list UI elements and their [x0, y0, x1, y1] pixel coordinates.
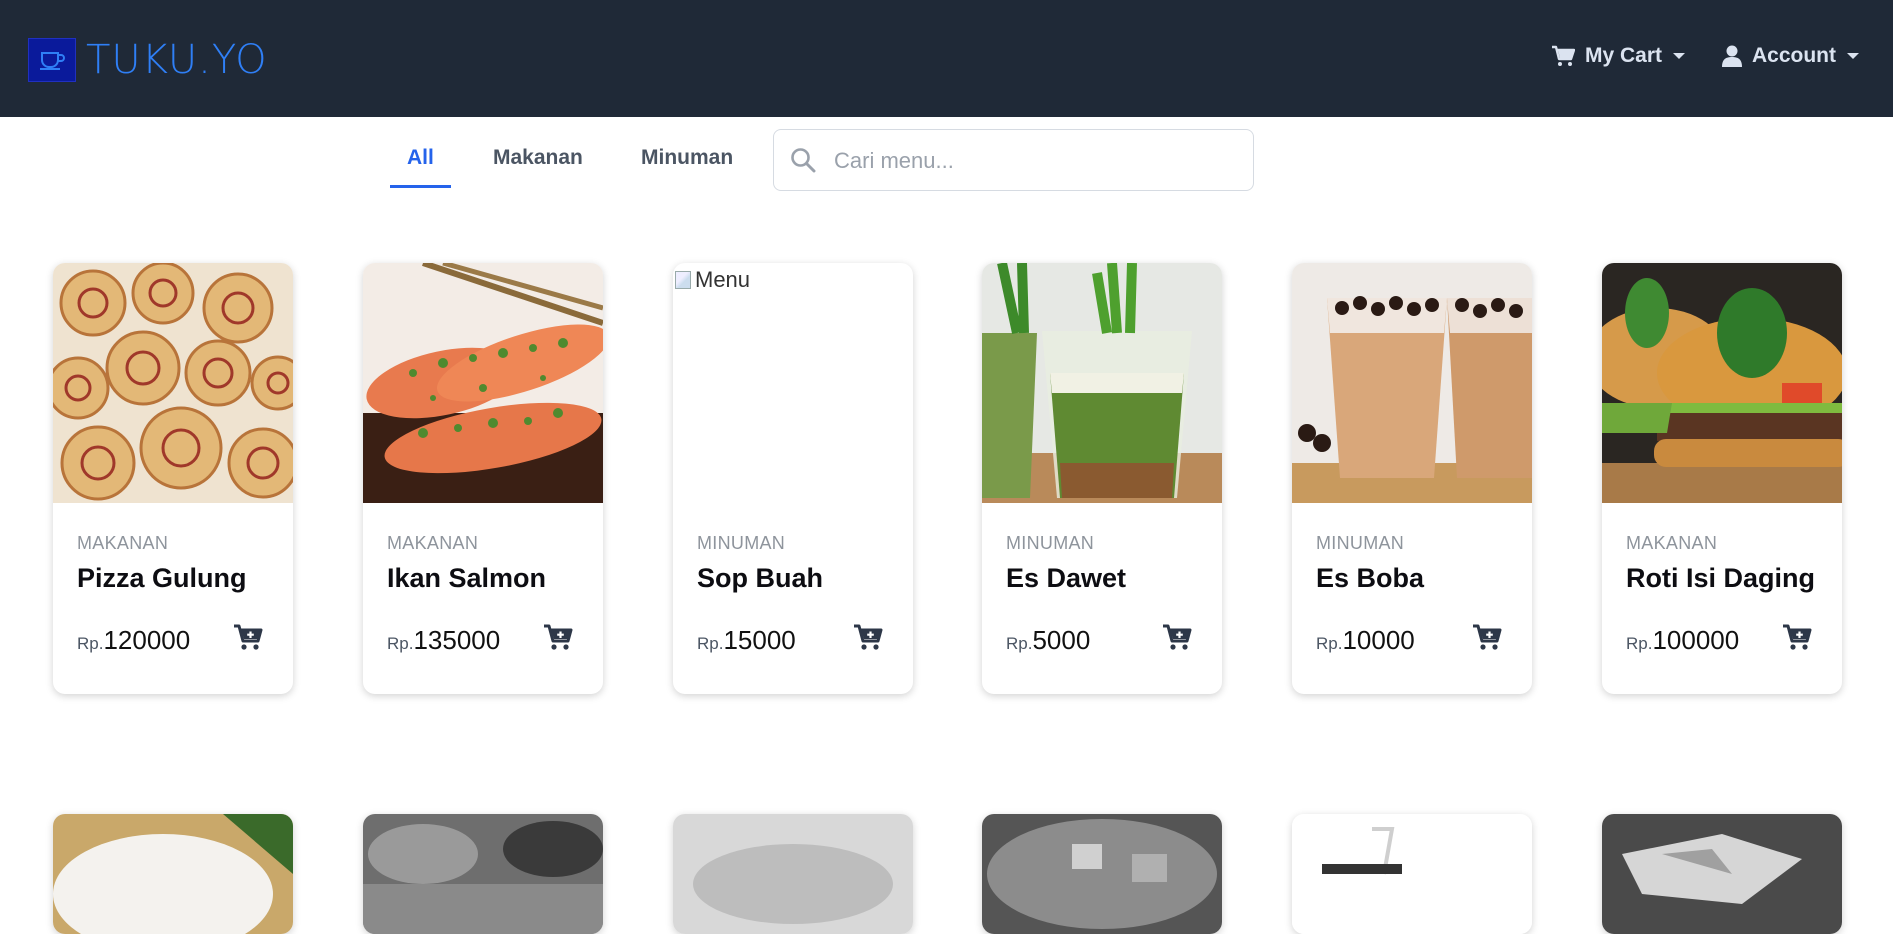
- price-value: 135000: [413, 625, 501, 655]
- price-value: 10000: [1342, 625, 1415, 655]
- cart-plus-icon: [1472, 624, 1502, 655]
- chevron-down-icon: [1672, 51, 1686, 61]
- broken-image-icon: [675, 271, 691, 289]
- broken-image: Menu: [675, 267, 750, 293]
- menu-image: Menu: [673, 263, 913, 503]
- menu-image: [982, 263, 1222, 503]
- menu-price: Rp.135000: [387, 625, 500, 656]
- menu-name: Ikan Salmon: [387, 563, 547, 593]
- menu-card[interactable]: MINUMAN Es Boba Rp.10000: [1292, 263, 1532, 694]
- menu-card[interactable]: MAKANAN Ikan Salmon Rp.135000: [363, 263, 603, 694]
- add-to-cart-button[interactable]: [543, 623, 573, 656]
- my-cart-button[interactable]: My Cart: [1551, 44, 1686, 68]
- menu-card[interactable]: [1602, 814, 1842, 934]
- menu-image: [1602, 814, 1842, 934]
- menu-card[interactable]: MINUMAN Es Dawet Rp.5000: [982, 263, 1222, 694]
- menu-name: Es Boba: [1316, 563, 1425, 593]
- currency-prefix: Rp.: [697, 634, 724, 653]
- menu-name: Sop Buah: [697, 563, 823, 593]
- top-navbar: TUKU.YO My Cart Account: [0, 0, 1893, 117]
- my-cart-label: My Cart: [1585, 44, 1663, 67]
- menu-card[interactable]: MAKANAN Pizza Gulung Rp.120000: [53, 263, 293, 694]
- brand-name: TUKU.YO: [86, 37, 268, 83]
- currency-prefix: Rp.: [1006, 634, 1033, 653]
- menu-price: Rp.10000: [1316, 625, 1415, 656]
- menu-image: [53, 814, 293, 934]
- currency-prefix: Rp.: [1316, 634, 1343, 653]
- add-to-cart-button[interactable]: [853, 623, 883, 656]
- menu-image: [363, 814, 603, 934]
- cart-icon: [1551, 45, 1575, 67]
- active-tab-indicator: [390, 185, 451, 188]
- add-to-cart-button[interactable]: [1472, 623, 1502, 656]
- tab-makanan[interactable]: Makanan: [493, 146, 583, 170]
- menu-category: MINUMAN: [697, 533, 786, 553]
- user-icon: [1722, 45, 1742, 67]
- cart-plus-icon: [543, 624, 573, 655]
- price-value: 100000: [1652, 625, 1740, 655]
- menu-image: [673, 814, 913, 934]
- image-alt-text: Menu: [695, 267, 751, 292]
- currency-prefix: Rp.: [387, 634, 414, 653]
- search-input[interactable]: [834, 144, 1234, 178]
- add-to-cart-button[interactable]: [1782, 623, 1812, 656]
- tab-minuman[interactable]: Minuman: [641, 146, 733, 170]
- price-value: 120000: [103, 625, 191, 655]
- menu-card[interactable]: [982, 814, 1222, 934]
- menu-image: [1602, 263, 1842, 503]
- menu-category: MINUMAN: [1316, 533, 1405, 553]
- brand-logo[interactable]: TUKU.YO: [28, 37, 268, 83]
- price-value: 15000: [723, 625, 796, 655]
- menu-price: Rp.120000: [77, 625, 190, 656]
- menu-card[interactable]: [363, 814, 603, 934]
- currency-prefix: Rp.: [77, 634, 104, 653]
- menu-card[interactable]: [673, 814, 913, 934]
- currency-prefix: Rp.: [1626, 634, 1653, 653]
- search-icon: [790, 147, 816, 178]
- menu-name: Roti Isi Daging: [1626, 563, 1815, 593]
- menu-price: Rp.5000: [1006, 625, 1090, 656]
- menu-category: MAKANAN: [1626, 533, 1718, 553]
- menu-price: Rp.100000: [1626, 625, 1739, 656]
- menu-image: [982, 814, 1222, 934]
- menu-image: [1292, 263, 1532, 503]
- menu-category: MAKANAN: [77, 533, 169, 553]
- cart-plus-icon: [1162, 624, 1192, 655]
- menu-image: [1292, 814, 1532, 934]
- menu-name: Es Dawet: [1006, 563, 1127, 593]
- menu-name: Pizza Gulung: [77, 563, 247, 593]
- cart-plus-icon: [853, 624, 883, 655]
- menu-card[interactable]: [1292, 814, 1532, 934]
- menu-image: [363, 263, 603, 503]
- menu-card[interactable]: [53, 814, 293, 934]
- cart-plus-icon: [233, 624, 263, 655]
- menu-category: MINUMAN: [1006, 533, 1095, 553]
- menu-category: MAKANAN: [387, 533, 479, 553]
- tab-all[interactable]: All: [407, 146, 434, 170]
- menu-image: [53, 263, 293, 503]
- chevron-down-icon: [1846, 51, 1860, 61]
- menu-card[interactable]: Menu MINUMAN Sop Buah Rp.15000: [673, 263, 913, 694]
- add-to-cart-button[interactable]: [1162, 623, 1192, 656]
- account-label: Account: [1752, 44, 1836, 67]
- add-to-cart-button[interactable]: [233, 623, 263, 656]
- price-value: 5000: [1032, 625, 1091, 655]
- search-box[interactable]: [773, 129, 1254, 191]
- menu-price: Rp.15000: [697, 625, 796, 656]
- cart-plus-icon: [1782, 624, 1812, 655]
- cup-icon: [28, 38, 76, 82]
- menu-card[interactable]: MAKANAN Roti Isi Daging Rp.100000: [1602, 263, 1842, 694]
- account-button[interactable]: Account: [1722, 44, 1860, 68]
